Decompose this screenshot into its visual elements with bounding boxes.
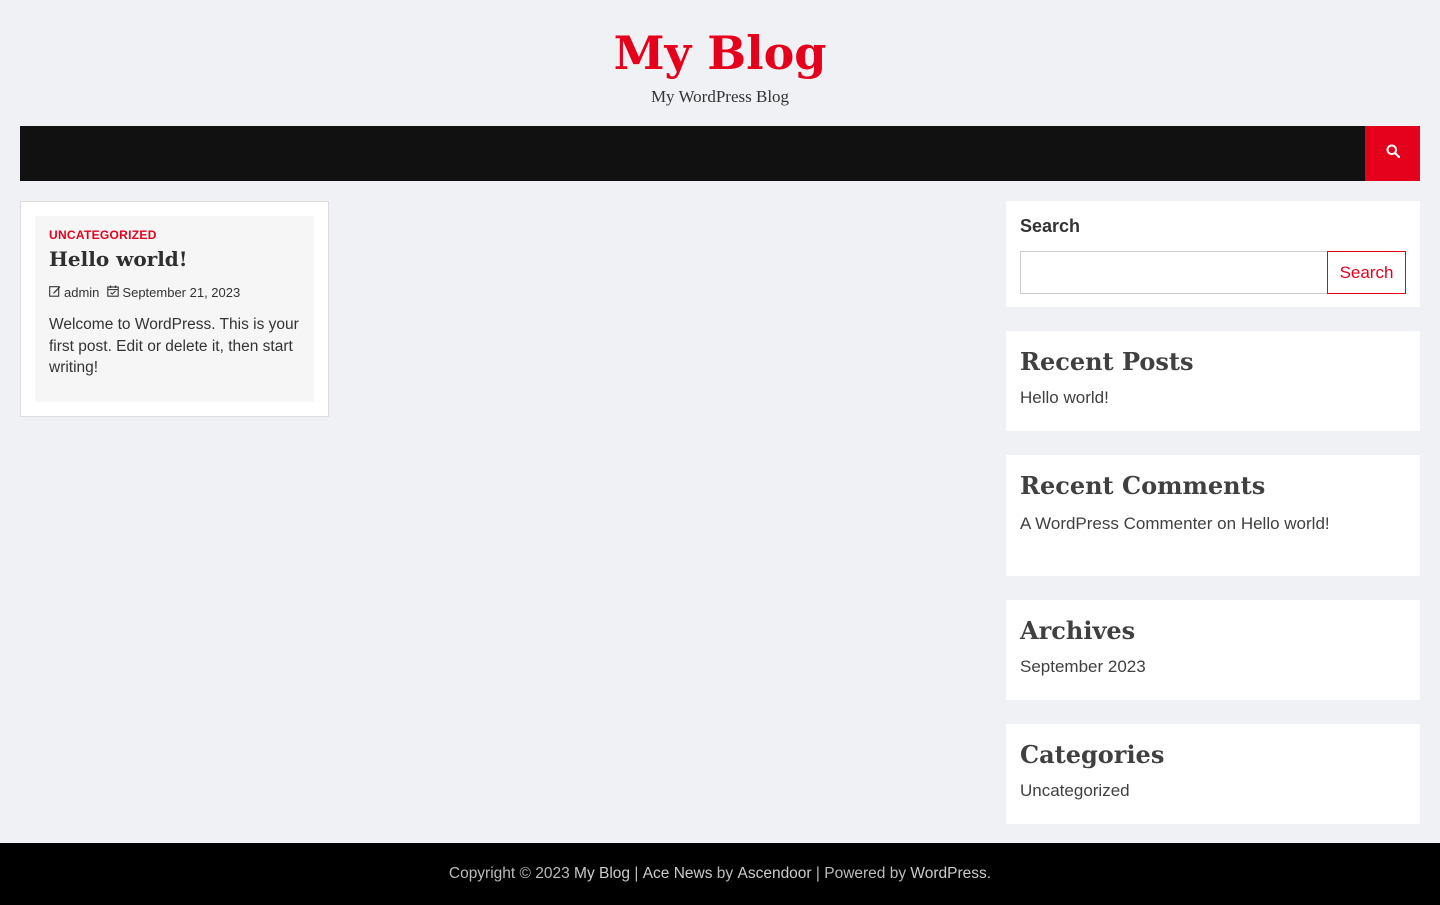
post-date-link[interactable]: September 21, 2023 (122, 285, 240, 300)
main-navigation (20, 126, 1420, 181)
post-category-link[interactable]: Uncategorized (49, 228, 157, 242)
post-card-body: Uncategorized Hello world! admin (35, 216, 314, 402)
edit-icon (49, 285, 61, 300)
recent-comments-widget: Recent Comments A WordPress Commenter on… (1006, 455, 1420, 576)
calendar-icon (107, 285, 120, 300)
footer-period: . (986, 865, 992, 882)
post-meta: admin September 21, 2023 (49, 285, 240, 300)
footer-site-link[interactable]: My Blog (574, 865, 630, 883)
site-description: My WordPress Blog (650, 87, 790, 106)
site-title[interactable]: My Blog (614, 26, 827, 80)
footer-separator: | (815, 865, 820, 882)
post-card: Uncategorized Hello world! admin (20, 201, 329, 417)
archives-title: Archives (1020, 616, 1136, 645)
categories-widget: Categories Uncategorized (1006, 724, 1420, 824)
recent-comment-item: A WordPress Commenter on Hello world! (1020, 514, 1330, 534)
site-footer: Copyright © 2023 My Blog | Ace News by A… (0, 843, 1440, 905)
post-excerpt: Welcome to WordPress. This is your first… (49, 316, 299, 376)
recent-post-link[interactable]: Hello world! (1020, 388, 1109, 408)
category-link[interactable]: Uncategorized (1020, 781, 1130, 801)
site-header: My Blog My WordPress Blog (0, 0, 1440, 126)
archive-link[interactable]: September 2023 (1020, 657, 1146, 677)
footer-copyright: Copyright © 2023 (448, 865, 570, 882)
footer-powered-text: Powered by (824, 865, 907, 882)
footer-theme-link[interactable]: Ace News (643, 865, 713, 883)
search-input[interactable] (1020, 251, 1328, 294)
archives-widget: Archives September 2023 (1006, 600, 1420, 700)
footer-author-link[interactable]: Ascendoor (737, 865, 811, 883)
comment-on-text: on (1217, 514, 1237, 533)
recent-posts-widget: Recent Posts Hello world! (1006, 331, 1420, 431)
search-widget-label: Search (1020, 216, 1081, 236)
categories-title: Categories (1020, 740, 1165, 769)
comment-author-link[interactable]: A WordPress Commenter (1020, 514, 1212, 533)
footer-separator: | (634, 865, 639, 882)
post-author-link[interactable]: admin (64, 285, 99, 300)
recent-posts-title: Recent Posts (1020, 347, 1194, 376)
search-submit-button[interactable]: Search (1327, 251, 1406, 294)
comment-post-link[interactable]: Hello world! (1241, 514, 1330, 533)
search-icon (1386, 144, 1400, 163)
post-title-link[interactable]: Hello world! (49, 247, 188, 271)
recent-comments-title: Recent Comments (1020, 471, 1266, 500)
footer-wordpress-link[interactable]: WordPress (910, 865, 986, 883)
search-widget: Search Search (1006, 201, 1420, 307)
nav-search-button[interactable] (1365, 126, 1420, 181)
footer-by-text: by (716, 865, 734, 882)
